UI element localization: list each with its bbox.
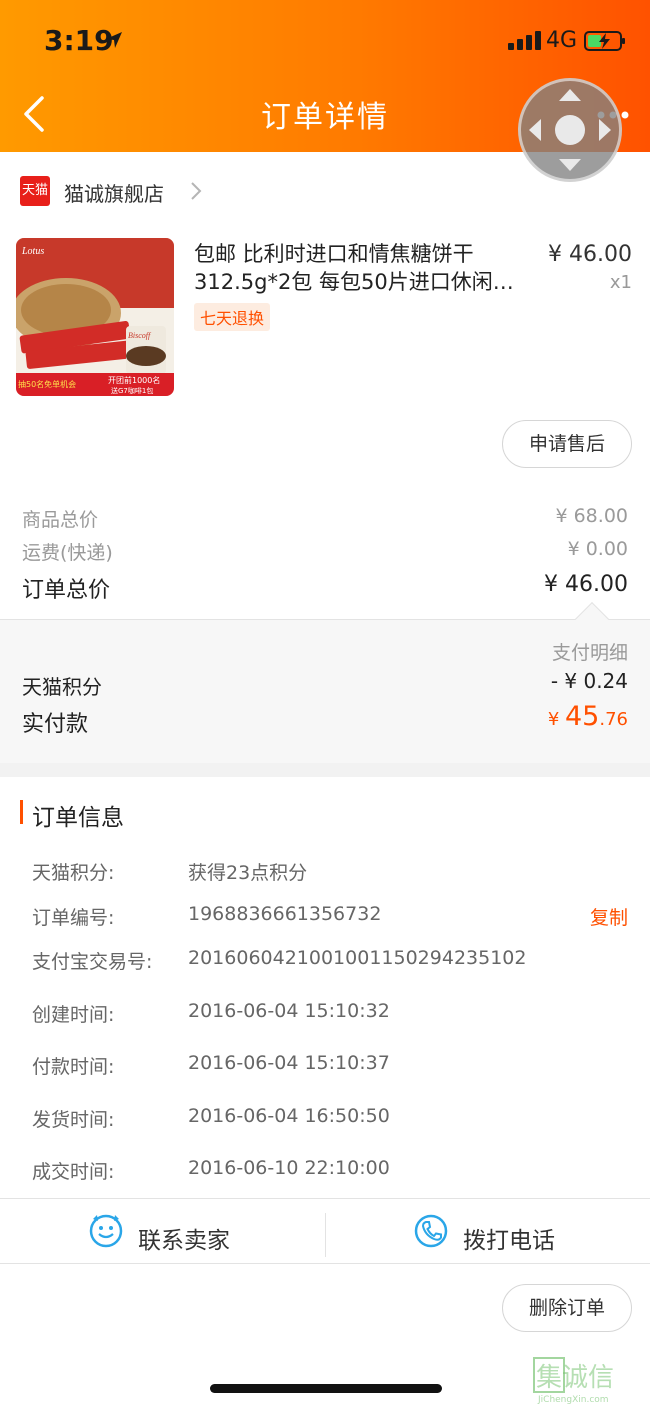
delete-order-button[interactable]: 删除订单 (502, 1284, 632, 1332)
info-label: 支付宝交易号: (32, 951, 153, 973)
info-label: 天猫积分: (32, 862, 115, 884)
info-row-completed: 成交时间: 2016-06-10 22:10:00 (0, 1157, 650, 1189)
info-label: 创建时间: (32, 1004, 115, 1026)
call-phone-label: 拨打电话 (463, 1228, 555, 1254)
info-row-order-number: 订单编号: 1968836661356732 复制 (0, 903, 650, 935)
product-quantity: x1 (609, 272, 632, 293)
info-label: 发货时间: (32, 1109, 115, 1131)
home-indicator[interactable] (210, 1384, 442, 1393)
product-title[interactable]: 包邮 比利时进口和情焦糖饼干312.5g*2包 每包50片进口休闲… (194, 240, 534, 296)
paid-decimal: .76 (599, 709, 628, 730)
watermark-logo: 集诚信 JiChengXin.com (533, 1357, 614, 1404)
call-phone-button[interactable]: 拨打电话 (325, 1199, 650, 1263)
info-row-alipay-number: 支付宝交易号: 2016060421001001150294235102 (0, 947, 650, 979)
paid-integer: 45 (565, 701, 600, 732)
payment-detail-link[interactable]: 支付明细 (552, 638, 628, 665)
return-policy-badge: 七天退换 (194, 303, 271, 331)
info-value: 2016-06-10 22:10:00 (188, 1157, 390, 1179)
order-total-label: 订单总价 (22, 578, 111, 603)
goods-total-label: 商品总价 (22, 509, 99, 531)
info-label: 付款时间: (32, 1056, 115, 1078)
info-label: 成交时间: (32, 1161, 115, 1183)
location-arrow-icon (106, 32, 122, 48)
product-image[interactable]: Lotus Biscoff 抽50名免单机会 开团前1000名 送G7咖啡1包 (16, 238, 174, 396)
section-accent-bar (20, 800, 23, 824)
info-value: 1968836661356732 (188, 903, 382, 925)
shipping-label: 运费(快递) (22, 542, 113, 564)
shop-name: 猫诚旗舰店 (64, 182, 164, 206)
actual-paid-label: 实付款 (22, 712, 89, 737)
network-type: 4G (546, 28, 578, 53)
shipping-value: ¥ 0.00 (567, 538, 628, 560)
info-row-shipped: 发货时间: 2016-06-04 16:50:50 (0, 1105, 650, 1137)
info-value: 2016-06-04 15:10:37 (188, 1052, 390, 1074)
chevron-right-icon (191, 182, 202, 200)
battery-charging-icon (584, 31, 625, 51)
contact-bar: 联系卖家 拨打电话 (0, 1198, 650, 1264)
contact-seller-label: 联系卖家 (138, 1228, 230, 1254)
contact-seller-button[interactable]: 联系卖家 (0, 1199, 325, 1263)
info-label: 订单编号: (32, 907, 115, 929)
watermark-subtext: JiChengXin.com (537, 1395, 609, 1404)
order-total-value: ¥ 46.00 (544, 572, 628, 597)
info-value: 2016-06-04 15:10:32 (188, 1000, 390, 1022)
tmall-points-label: 天猫积分 (22, 675, 102, 699)
promo-right-text-1: 开团前1000名 (108, 375, 160, 385)
paid-currency: ¥ (547, 709, 565, 730)
promo-right-text-2: 送G7咖啡1包 (111, 386, 153, 395)
copy-order-number-button[interactable]: 复制 (590, 903, 628, 930)
signal-strength-icon (508, 31, 541, 50)
info-value: 2016-06-04 16:50:50 (188, 1105, 390, 1127)
info-row-paid: 付款时间: 2016-06-04 15:10:37 (0, 1052, 650, 1084)
info-value: 获得23点积分 (188, 862, 308, 884)
actual-paid-value: ¥ 45.76 (548, 701, 628, 732)
chat-smile-icon (89, 1214, 123, 1248)
goods-total-value: ¥ 68.00 (555, 505, 628, 527)
section-divider (0, 763, 650, 777)
product-price: ¥ 46.00 (548, 242, 632, 267)
tmall-points-value: - ¥ 0.24 (550, 669, 628, 693)
info-row-points: 天猫积分: 获得23点积分 (0, 858, 650, 890)
biscoff-text: Biscoff (128, 331, 152, 340)
info-row-created: 创建时间: 2016-06-04 15:10:32 (0, 1000, 650, 1032)
after-sale-button[interactable]: 申请售后 (502, 420, 632, 468)
info-value: 2016060421001001150294235102 (188, 947, 527, 969)
watermark-text: 集诚信 (536, 1363, 614, 1393)
product-photo-illustration: Lotus Biscoff 抽50名免单机会 开团前1000名 送G7咖啡1包 (16, 238, 174, 396)
shop-link[interactable]: 天猫 猫诚旗舰店 (0, 166, 650, 216)
dpad-icon (529, 89, 611, 171)
phone-icon (414, 1214, 448, 1248)
lotus-brand-text: Lotus (21, 246, 44, 257)
promo-left-text: 抽50名免单机会 (18, 379, 76, 389)
tmall-icon: 天猫 (20, 176, 50, 206)
order-info-title: 订单信息 (32, 805, 124, 831)
